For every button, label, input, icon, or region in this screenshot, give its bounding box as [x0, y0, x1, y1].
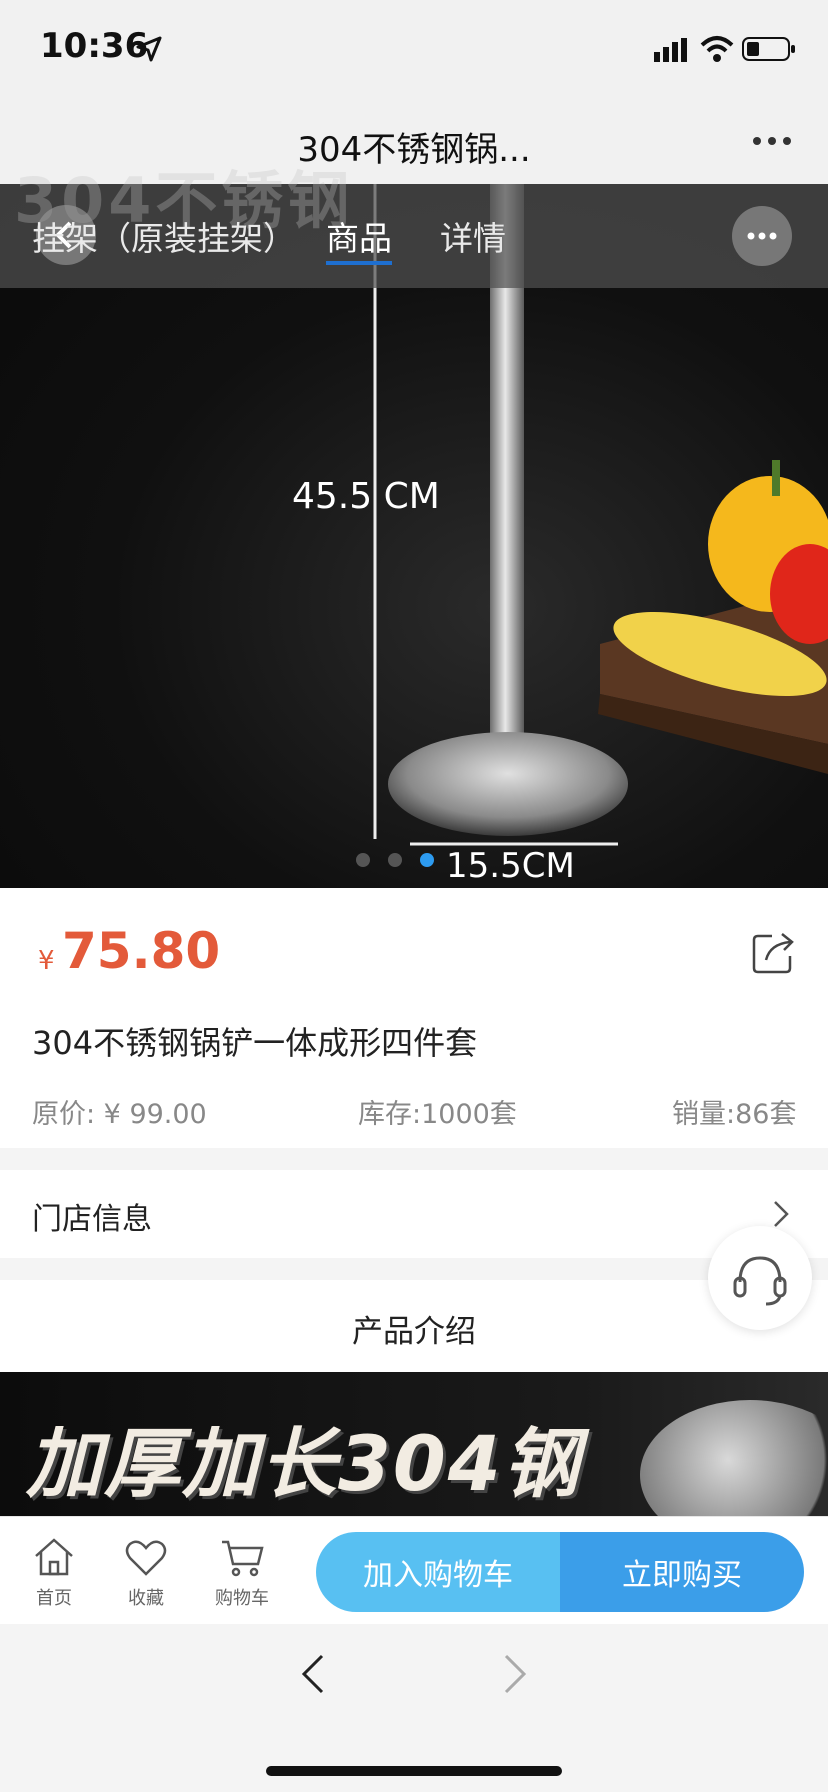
share-icon[interactable] — [750, 930, 796, 976]
heart-icon[interactable] — [124, 1536, 168, 1578]
customer-service-button[interactable] — [708, 1226, 812, 1330]
add-to-cart-button[interactable]: 加入购物车 — [316, 1532, 560, 1612]
product-name: 304不锈钢锅铲一体成形四件套 — [32, 1024, 478, 1062]
more-dots-icon — [747, 232, 777, 240]
status-time: 10:36 — [40, 26, 149, 66]
tab-product[interactable]: 商品 — [326, 212, 392, 260]
carousel-dot-active[interactable] — [420, 853, 434, 867]
more-button[interactable] — [732, 206, 792, 266]
tab-details[interactable]: 详情 — [440, 212, 506, 260]
browser-forward-icon[interactable] — [502, 1652, 528, 1696]
product-image-carousel[interactable] — [0, 184, 828, 888]
wifi-icon — [700, 36, 734, 62]
banner-text: 加厚加长304钢 — [26, 1419, 581, 1508]
favorite-label[interactable]: 收藏 — [106, 1584, 186, 1610]
carousel-dot[interactable] — [356, 853, 370, 867]
sales-count: 销量:86套 — [672, 1099, 797, 1130]
battery-icon — [742, 37, 795, 61]
browser-back-icon[interactable] — [300, 1652, 326, 1696]
more-options-icon[interactable] — [752, 136, 792, 146]
tab-hanger[interactable]: 挂架（原装挂架） — [32, 212, 296, 260]
stock-count: 库存:1000套 — [358, 1099, 517, 1130]
original-price: 原价: ¥ 99.00 — [32, 1099, 207, 1130]
headset-icon — [733, 1256, 787, 1306]
carousel-dot[interactable] — [388, 853, 402, 867]
carousel-dots — [356, 852, 452, 871]
product-photo — [373, 184, 828, 846]
currency-symbol: ¥ — [38, 946, 55, 976]
home-icon[interactable] — [32, 1536, 76, 1578]
home-indicator[interactable] — [266, 1766, 562, 1776]
dimension-height-label: 45.5 CM — [292, 476, 440, 517]
cart-label[interactable]: 购物车 — [202, 1584, 282, 1610]
home-label[interactable]: 首页 — [14, 1584, 94, 1610]
location-arrow-icon — [136, 36, 162, 62]
buy-now-button[interactable]: 立即购买 — [560, 1532, 804, 1612]
product-price: 75.80 — [62, 922, 221, 980]
dimension-base-label: 15.5CM — [446, 846, 575, 886]
tab-active-indicator — [326, 261, 392, 265]
product-intro-label: 产品介绍 — [352, 1314, 476, 1350]
cellular-signal-icon — [654, 38, 687, 62]
store-info-label: 门店信息 — [32, 1202, 152, 1237]
cart-icon[interactable] — [220, 1536, 264, 1578]
